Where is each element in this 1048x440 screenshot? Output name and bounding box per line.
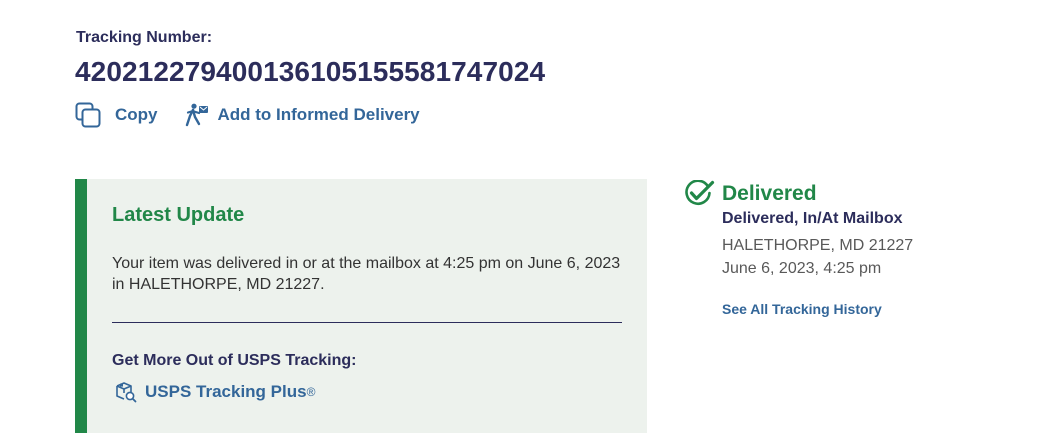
add-informed-delivery-button[interactable]: Add to Informed Delivery bbox=[184, 103, 420, 127]
status-title: Delivered bbox=[722, 181, 817, 205]
latest-update-panel: Latest Update Your item was delivered in… bbox=[75, 179, 647, 433]
delivery-status: Delivered Delivered, In/At Mailbox HALET… bbox=[684, 180, 913, 317]
status-header: Delivered bbox=[684, 180, 817, 207]
usps-tracking-plus-label: USPS Tracking Plus bbox=[145, 382, 307, 401]
tracking-number: 420212279400136105155581747024 bbox=[75, 56, 546, 87]
tracking-actions: Copy Add to Informed Delivery bbox=[75, 102, 420, 128]
copy-button[interactable]: Copy bbox=[75, 102, 158, 128]
copy-label: Copy bbox=[115, 105, 158, 124]
copy-icon bbox=[75, 102, 101, 128]
package-search-icon bbox=[115, 381, 137, 403]
latest-update-text: Your item was delivered in or at the mai… bbox=[112, 255, 621, 293]
divider bbox=[112, 322, 622, 323]
more-tracking-label: Get More Out of USPS Tracking: bbox=[112, 352, 357, 369]
tracking-page: Tracking Number: 42021227940013610515558… bbox=[0, 0, 1048, 440]
status-location: HALETHORPE, MD 21227 bbox=[722, 237, 914, 254]
informed-delivery-label: Add to Informed Delivery bbox=[217, 105, 420, 124]
latest-update-title: Latest Update bbox=[112, 204, 245, 226]
usps-tracking-plus-link[interactable]: USPS Tracking Plus ® bbox=[115, 381, 315, 403]
status-detail: Delivered, In/At Mailbox bbox=[722, 210, 903, 227]
tracking-number-label: Tracking Number: bbox=[76, 29, 213, 46]
registered-mark: ® bbox=[306, 385, 316, 399]
see-all-tracking-history-link[interactable]: See All Tracking History bbox=[722, 301, 882, 317]
check-circle-icon bbox=[684, 180, 715, 207]
status-datetime: June 6, 2023, 4:25 pm bbox=[722, 260, 882, 277]
mail-carrier-icon bbox=[184, 103, 210, 127]
